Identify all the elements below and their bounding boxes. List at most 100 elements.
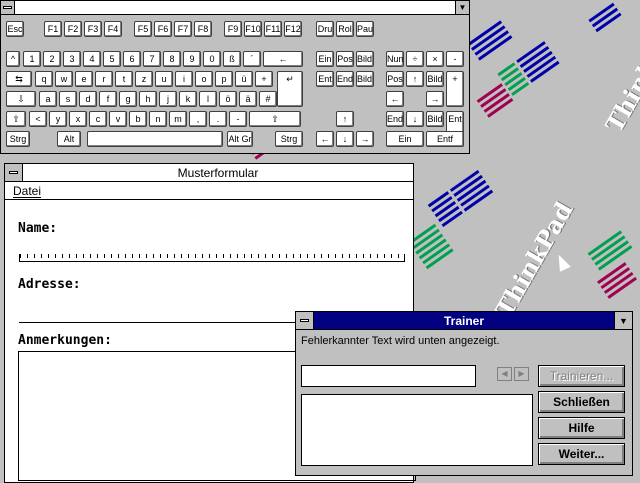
key-d[interactable]: d xyxy=(79,91,97,107)
key--[interactable]: ⇧ xyxy=(6,111,26,127)
key--[interactable]: ↓ xyxy=(336,131,354,147)
key--[interactable]: ^ xyxy=(6,51,20,67)
key-z[interactable]: z xyxy=(135,71,153,87)
key-2[interactable]: 2 xyxy=(43,51,61,67)
key-v[interactable]: v xyxy=(109,111,127,127)
key-f[interactable]: f xyxy=(99,91,117,107)
key-f2[interactable]: F2 xyxy=(64,21,82,37)
key-o[interactable]: o xyxy=(195,71,213,87)
key-1[interactable]: 1 xyxy=(23,51,41,67)
key-alt-gr[interactable]: Alt Gr xyxy=(227,131,253,147)
key--[interactable]: # xyxy=(259,91,277,107)
key--[interactable]: ← xyxy=(263,51,303,67)
key--[interactable]: ↑ xyxy=(406,71,424,87)
key-n[interactable]: n xyxy=(149,111,167,127)
key-y[interactable]: y xyxy=(49,111,67,127)
key-f9[interactable]: F9 xyxy=(224,21,242,37)
key--[interactable]: → xyxy=(426,91,444,107)
recognized-text-input[interactable] xyxy=(301,365,476,387)
key-p[interactable]: p xyxy=(215,71,233,87)
key-f5[interactable]: F5 xyxy=(134,21,152,37)
name-input-ruler[interactable] xyxy=(19,254,405,262)
close-button[interactable]: Schließen xyxy=(538,391,625,413)
key-f3[interactable]: F3 xyxy=(84,21,102,37)
key--[interactable]: ↓ xyxy=(406,111,424,127)
system-menu-button[interactable] xyxy=(296,312,314,329)
key-ä[interactable]: ä xyxy=(239,91,257,107)
chevron-down-icon[interactable]: ▼ xyxy=(614,312,632,329)
key-k[interactable]: k xyxy=(179,91,197,107)
key-end[interactable]: End xyxy=(336,71,354,87)
key--[interactable]: + xyxy=(255,71,273,87)
train-button[interactable]: Trainieren... xyxy=(538,365,625,387)
key--[interactable]: + xyxy=(446,71,464,107)
key-b[interactable]: b xyxy=(129,111,147,127)
key-f11[interactable]: F11 xyxy=(264,21,282,37)
key-strg[interactable]: Strg xyxy=(275,131,303,147)
system-menu-button[interactable] xyxy=(5,164,23,181)
key-q[interactable]: q xyxy=(35,71,53,87)
key-4[interactable]: 4 xyxy=(83,51,101,67)
help-button[interactable]: Hilfe xyxy=(538,417,625,439)
key-w[interactable]: w xyxy=(55,71,73,87)
key-strg[interactable]: Strg xyxy=(6,131,30,147)
key--[interactable]: ´ xyxy=(243,51,261,67)
key--[interactable]: ÷ xyxy=(406,51,424,67)
key-pau[interactable]: Pau xyxy=(356,21,374,37)
key-9[interactable]: 9 xyxy=(183,51,201,67)
key-f4[interactable]: F4 xyxy=(104,21,122,37)
key--[interactable]: ↵ xyxy=(277,71,303,107)
key-u[interactable]: u xyxy=(155,71,173,87)
key-a[interactable]: a xyxy=(39,91,57,107)
key-ein[interactable]: Ein xyxy=(316,51,334,67)
key-i[interactable]: i xyxy=(175,71,193,87)
key-e[interactable]: e xyxy=(75,71,93,87)
key-ß[interactable]: ß xyxy=(223,51,241,67)
key-f1[interactable]: F1 xyxy=(44,21,62,37)
key-l[interactable]: l xyxy=(199,91,217,107)
key-num[interactable]: Num xyxy=(386,51,404,67)
key-bild-[interactable]: Bild↑ xyxy=(356,51,374,67)
key--[interactable]: ⇩ xyxy=(6,91,36,107)
key-rol[interactable]: Rol xyxy=(336,21,354,37)
key-esc[interactable]: Esc xyxy=(6,21,24,37)
next-button[interactable]: Weiter... xyxy=(538,443,625,465)
key-f7[interactable]: F7 xyxy=(174,21,192,37)
key--[interactable]: ← xyxy=(386,91,404,107)
key-ü[interactable]: ü xyxy=(235,71,253,87)
next-arrow-button[interactable]: ▶ xyxy=(514,367,529,381)
key-bild[interactable]: Bild xyxy=(426,71,444,87)
system-menu-button[interactable] xyxy=(1,1,15,14)
chevron-down-icon[interactable]: ▼ xyxy=(455,1,469,14)
key-bild-[interactable]: Bild↓ xyxy=(356,71,374,87)
key-space[interactable] xyxy=(87,131,223,147)
key-s[interactable]: s xyxy=(59,91,77,107)
key--[interactable]: → xyxy=(356,131,374,147)
key--[interactable]: - xyxy=(229,111,247,127)
key-f6[interactable]: F6 xyxy=(154,21,172,37)
key-7[interactable]: 7 xyxy=(143,51,161,67)
key--[interactable]: ← xyxy=(316,131,334,147)
key-dru[interactable]: Dru xyxy=(316,21,334,37)
key-pos[interactable]: Pos xyxy=(336,51,354,67)
prev-arrow-button[interactable]: ◀ xyxy=(497,367,512,381)
key-f10[interactable]: F10 xyxy=(244,21,262,37)
key--[interactable]: ⇆ xyxy=(6,71,32,87)
key-3[interactable]: 3 xyxy=(63,51,81,67)
key-ent[interactable]: Ent xyxy=(316,71,334,87)
key--[interactable]: < xyxy=(29,111,47,127)
key-alt[interactable]: Alt xyxy=(57,131,81,147)
key--[interactable]: - xyxy=(446,51,464,67)
key--[interactable]: ⇧ xyxy=(249,111,301,127)
key-8[interactable]: 8 xyxy=(163,51,181,67)
key-f8[interactable]: F8 xyxy=(194,21,212,37)
key-j[interactable]: j xyxy=(159,91,177,107)
key-c[interactable]: c xyxy=(89,111,107,127)
key-pos[interactable]: Pos xyxy=(386,71,404,87)
key-f12[interactable]: F12 xyxy=(284,21,302,37)
menu-datei[interactable]: Datei xyxy=(13,184,41,198)
key-end[interactable]: End xyxy=(386,111,404,127)
key-m[interactable]: m xyxy=(169,111,187,127)
key--[interactable]: . xyxy=(209,111,227,127)
key-0[interactable]: 0 xyxy=(203,51,221,67)
